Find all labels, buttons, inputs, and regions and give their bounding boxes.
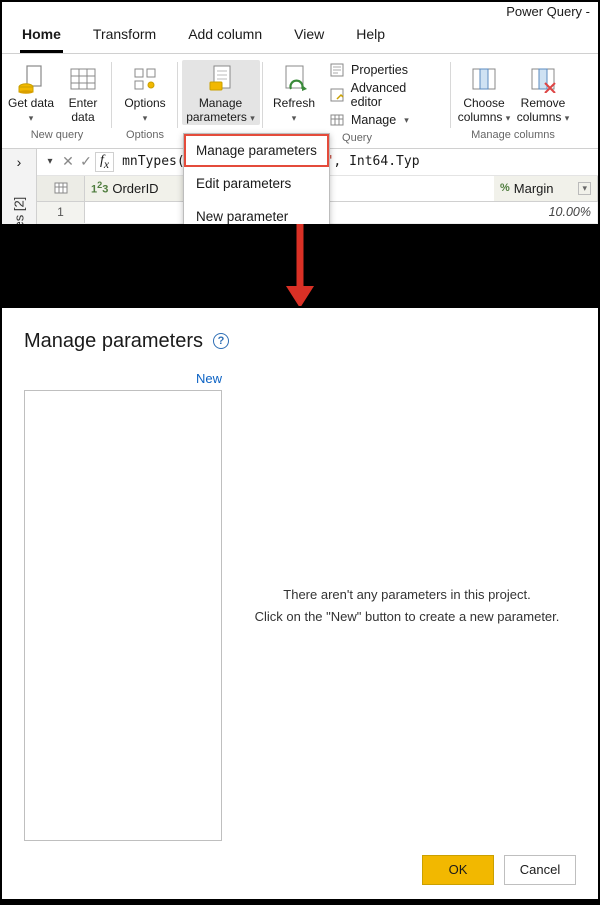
dialog-empty-state: There aren't any parameters in this proj… bbox=[238, 371, 576, 841]
group-label-manage-columns: Manage columns bbox=[471, 129, 555, 143]
dialog-title: Manage parameters bbox=[24, 330, 203, 353]
manage-parameters-dialog: Manage parameters ? New There aren't any… bbox=[0, 306, 600, 901]
window-title: Power Query - bbox=[2, 2, 598, 20]
datatype-percent-icon: % bbox=[500, 182, 510, 194]
remove-columns-label: Remove columns bbox=[517, 96, 566, 124]
remove-columns-icon bbox=[529, 62, 557, 96]
chevron-down-icon: ▾ bbox=[250, 113, 255, 123]
formula-dropdown[interactable]: ▾ bbox=[41, 156, 59, 167]
tab-help[interactable]: Help bbox=[354, 20, 387, 53]
options-button[interactable]: Options ▾ bbox=[116, 60, 174, 125]
datatype-int-icon: 123 bbox=[91, 180, 108, 196]
empty-state-line1: There aren't any parameters in this proj… bbox=[255, 584, 560, 606]
queries-pane-toggle[interactable]: › bbox=[2, 149, 37, 176]
cancel-button[interactable]: Cancel bbox=[504, 855, 576, 885]
properties-icon bbox=[329, 63, 345, 77]
dialog-footer: OK Cancel bbox=[24, 855, 576, 885]
column-name-orderid: OrderID bbox=[112, 181, 158, 196]
group-label-new-query: New query bbox=[31, 129, 84, 143]
get-data-icon bbox=[18, 62, 44, 96]
enter-data-icon bbox=[69, 62, 97, 96]
refresh-icon bbox=[280, 62, 308, 96]
queries-count-label: es [2] bbox=[12, 194, 27, 226]
manage-icon bbox=[329, 113, 345, 127]
tab-transform[interactable]: Transform bbox=[91, 20, 158, 53]
choose-columns-button[interactable]: Choose columns ▾ bbox=[455, 60, 513, 125]
manage-parameters-menu: Manage parameters Edit parameters New pa… bbox=[183, 133, 330, 226]
tab-add-column[interactable]: Add column bbox=[186, 20, 264, 53]
empty-state-line2: Click on the "New" button to create a ne… bbox=[255, 606, 560, 628]
row-number: 1 bbox=[37, 202, 85, 223]
choose-columns-label: Choose columns bbox=[458, 96, 505, 124]
ribbon-group-manage-columns: Choose columns ▾ Remove columns ▾ Manage… bbox=[451, 54, 575, 148]
get-data-button[interactable]: Get data ▾ bbox=[6, 60, 56, 125]
chevron-down-icon: ▾ bbox=[506, 113, 511, 123]
remove-columns-button[interactable]: Remove columns ▾ bbox=[515, 60, 571, 125]
cancel-formula-icon[interactable]: ✕ bbox=[59, 153, 77, 170]
column-header-margin[interactable]: % Margin ▾ bbox=[494, 176, 598, 201]
commit-formula-icon[interactable]: ✓ bbox=[77, 153, 95, 170]
enter-data-button[interactable]: Enter data bbox=[58, 60, 108, 125]
advanced-editor-button[interactable]: Advanced editor bbox=[325, 80, 443, 110]
ribbon-tabs: Home Transform Add column View Help bbox=[2, 20, 598, 54]
advanced-editor-label: Advanced editor bbox=[351, 81, 439, 109]
properties-label: Properties bbox=[351, 63, 408, 77]
enter-data-label: Enter data bbox=[58, 96, 108, 125]
select-all-corner[interactable] bbox=[37, 176, 85, 201]
advanced-editor-icon bbox=[329, 88, 345, 102]
menu-item-manage-parameters[interactable]: Manage parameters bbox=[184, 134, 329, 167]
options-icon bbox=[131, 62, 159, 96]
menu-item-edit-parameters[interactable]: Edit parameters bbox=[184, 167, 329, 200]
dialog-title-row: Manage parameters ? bbox=[24, 330, 576, 353]
manage-parameters-icon bbox=[207, 62, 235, 96]
chevron-down-icon: ▾ bbox=[29, 113, 34, 123]
cell-margin: 10.00% bbox=[494, 202, 598, 223]
queries-pane-collapsed[interactable]: es [2] bbox=[2, 176, 37, 224]
group-label-options: Options bbox=[126, 129, 164, 143]
manage-parameters-label: Manage parameters bbox=[186, 96, 247, 124]
manage-button[interactable]: Manage ▾ bbox=[325, 112, 443, 128]
power-query-editor: Power Query - Home Transform Add column … bbox=[0, 0, 600, 226]
column-filter-dropdown[interactable]: ▾ bbox=[578, 182, 591, 195]
column-name-margin: Margin bbox=[514, 181, 554, 196]
new-parameter-link[interactable]: New bbox=[24, 371, 222, 386]
properties-button[interactable]: Properties bbox=[325, 62, 443, 78]
ok-button[interactable]: OK bbox=[422, 855, 494, 885]
tab-home[interactable]: Home bbox=[20, 20, 63, 53]
ribbon-group-new-query: Get data ▾ Enter data New query bbox=[2, 54, 112, 148]
chevron-down-icon: ▾ bbox=[143, 113, 148, 123]
refresh-label: Refresh bbox=[273, 96, 315, 110]
manage-label: Manage bbox=[351, 113, 396, 127]
menu-item-new-parameter[interactable]: New parameter bbox=[184, 200, 329, 226]
annotation-arrow bbox=[0, 226, 600, 306]
parameters-listbox[interactable] bbox=[24, 390, 222, 841]
choose-columns-icon bbox=[470, 62, 498, 96]
column-header-orderid[interactable]: 123 OrderID bbox=[85, 176, 189, 201]
refresh-button[interactable]: Refresh ▾ bbox=[267, 60, 321, 128]
chevron-down-icon: ▾ bbox=[404, 115, 409, 126]
dialog-left-pane: New bbox=[24, 371, 222, 841]
tab-view[interactable]: View bbox=[292, 20, 326, 53]
options-label: Options bbox=[124, 96, 165, 110]
ribbon-group-options: Options ▾ Options bbox=[112, 54, 178, 148]
chevron-down-icon: ▾ bbox=[565, 113, 570, 123]
chevron-down-icon: ▾ bbox=[292, 113, 297, 123]
cell-orderid bbox=[85, 202, 189, 223]
help-icon[interactable]: ? bbox=[213, 333, 229, 349]
get-data-label: Get data bbox=[8, 96, 54, 110]
manage-parameters-button[interactable]: Manage parameters ▾ bbox=[182, 60, 260, 125]
group-label-query: Query bbox=[342, 132, 372, 146]
fx-icon[interactable]: fx bbox=[95, 152, 114, 172]
